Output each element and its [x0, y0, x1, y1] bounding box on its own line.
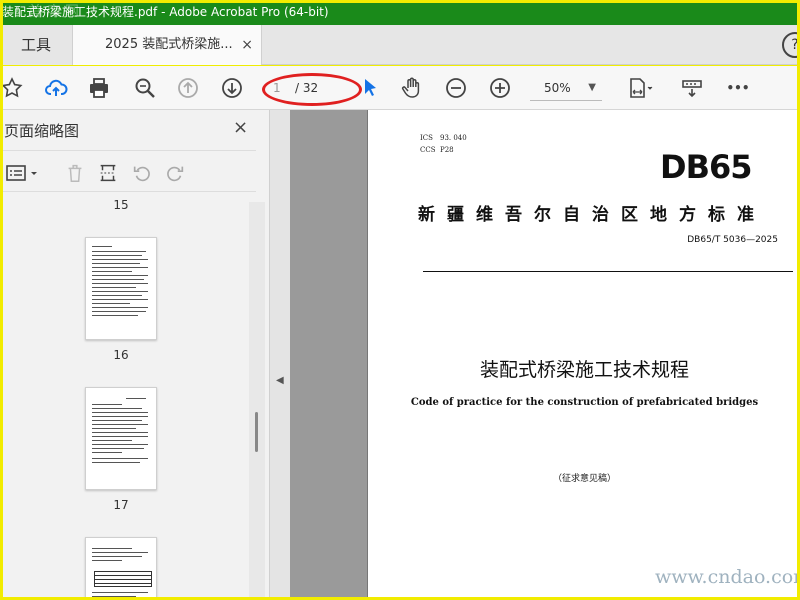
highlight-frame: [0, 0, 800, 600]
